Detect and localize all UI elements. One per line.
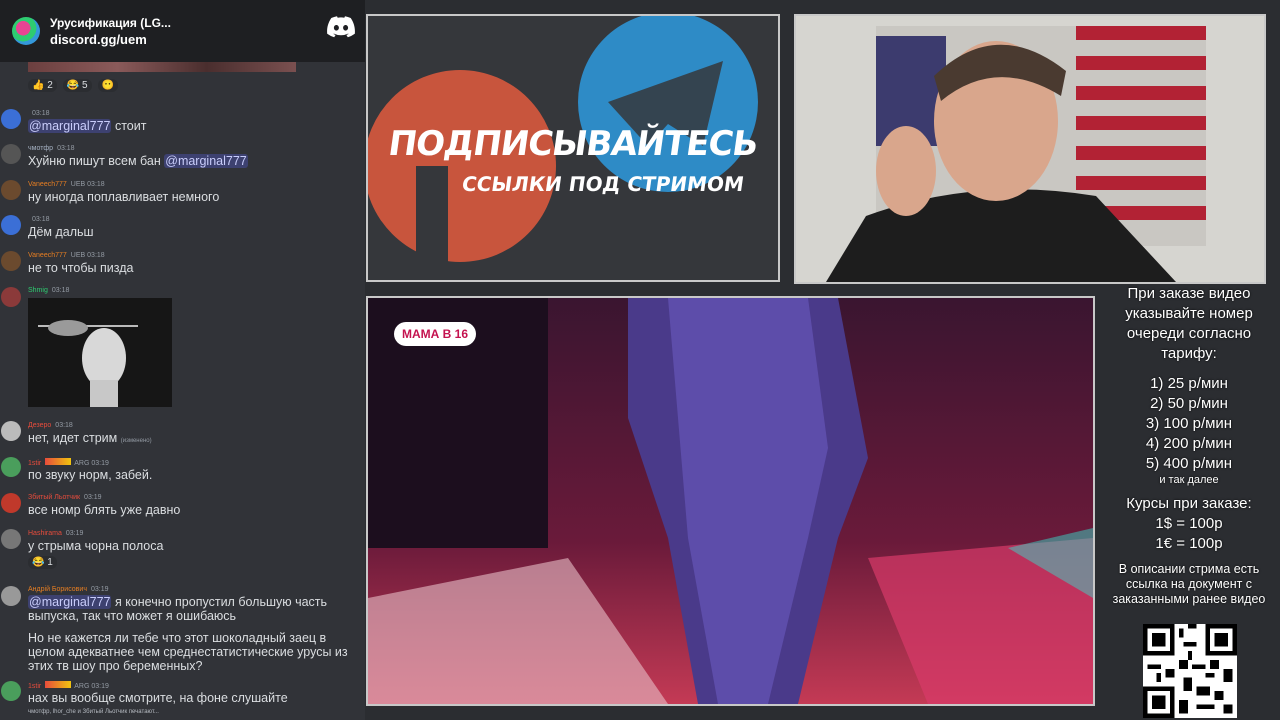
message-time: 03:18 [51,287,70,294]
avatar[interactable] [1,287,21,307]
message-username[interactable]: Vaneech777 [28,181,67,188]
bust-image [28,298,172,407]
message-text: ну иногда поплавливает немного [28,190,220,204]
message-time: 03:19 [91,460,109,467]
image-attachment[interactable] [28,298,172,407]
message-text: не то чтобы пизда [28,261,134,275]
message-time: 03:18 [32,110,50,117]
message-username[interactable]: чмотфр [28,145,53,152]
tariff-item: 2) 50 р/мин [1150,395,1228,412]
description-note: В описании стрима есть ссылка на докумен… [1112,562,1266,606]
avatar[interactable] [1,493,21,513]
user-badge: UEB [70,252,86,259]
webcam-image [796,16,1264,282]
tariff-item: 1) 25 р/мин [1150,375,1228,392]
message-username[interactable]: Збитый Льотчик [28,494,80,501]
video-player[interactable]: МАМА В 16 [366,296,1095,706]
tariff-more: и так далее [1159,474,1219,486]
server-icon[interactable] [12,17,40,45]
message-text: нет, идет стрим (изменено) [28,431,152,445]
message-time: 03:18 [55,422,73,429]
message-text: все номр блять уже давно [28,503,181,517]
reaction-bar: 😂 1 [28,556,57,569]
rainbow-badge [45,458,72,465]
user-badge: UEB [70,181,86,188]
avatar[interactable] [1,421,21,441]
rates-title: Курсы при заказе: [1126,495,1252,512]
stream-layout: Урусификация (LG... discord.gg/uem 👍 2 😂… [0,0,1280,720]
typing-indicator: чмотфр, lhor_che и Збитый Льотчик печата… [28,709,159,715]
mention[interactable]: @marginal777 [28,595,112,609]
message-username[interactable]: Vaneech777 [28,252,67,259]
mention[interactable]: @marginal777 [28,119,112,133]
avatar[interactable] [1,144,21,164]
discord-chat-panel: Урусификация (LG... discord.gg/uem 👍 2 😂… [0,0,365,720]
message-time: 03:19 [91,683,109,690]
chat-header: Урусификация (LG... discord.gg/uem [0,0,365,62]
message-text: нах вы вообще смотрите, на фоне слушайте [28,691,288,705]
rainbow-badge [45,681,72,688]
message-time: 03:19 [65,530,84,537]
avatar[interactable] [1,109,21,129]
message-text: @marginal777 стоит [28,119,147,133]
previous-image-attachment[interactable] [28,62,296,72]
message-username[interactable]: 1stir [28,460,41,467]
message-text: по звуку норм, забей. [28,468,153,482]
avatar[interactable] [1,529,21,549]
message-username[interactable]: Hashirama [28,530,62,537]
reaction-laugh[interactable]: 😂 5 [62,79,92,92]
message-text: Хуйню пишут всем бан @marginal777 [28,154,248,168]
avatar[interactable] [1,586,21,606]
message-text: у стрыма чорна полоса [28,539,164,553]
message-time: 03:19 [90,586,109,593]
message-username[interactable]: Дезеро [28,422,51,429]
tariff-item: 4) 200 р/мин [1145,435,1233,452]
avatar[interactable] [1,215,21,235]
message-time: 03:18 [32,216,50,223]
message-username[interactable]: Shmig [28,287,48,294]
message-text: @marginal777 я конечно пропустил большую… [28,595,328,623]
message-username[interactable]: Андрій Борисович [28,586,87,593]
show-logo-badge: МАМА В 16 [394,322,477,346]
message-username[interactable]: 1stir [28,683,41,690]
server-name: Урусификация (LG... [50,15,171,30]
avatar[interactable] [1,457,21,477]
server-invite-link[interactable]: discord.gg/uem [50,32,171,47]
message-text-continued: Но не кажется ли тебе что этот шоколадны… [28,631,348,673]
tariff-list: 1) 25 р/мин 2) 50 р/мин 3) 100 р/мин 4) … [1098,374,1280,486]
reaction-thumbs[interactable]: 👍 2 [28,79,57,92]
reaction-laugh[interactable]: 😂 1 [28,556,57,569]
subscribe-promo-panel: ПОДПИСЫВАЙТЕСЬ ССЫЛКИ ПОД СТРИМОМ [366,14,780,282]
order-info-panel: При заказе видео указывайте номер очеред… [1098,284,1280,607]
tariff-item: 5) 400 р/мин [1145,455,1233,472]
user-badge: ARG [74,460,90,467]
mention[interactable]: @marginal777 [164,154,248,168]
avatar[interactable] [1,180,21,200]
tariff-item: 3) 100 р/мин [1145,415,1233,432]
avatar[interactable] [1,251,21,271]
avatar[interactable] [1,681,21,701]
rate-usd: 1$ = 100р [1155,515,1223,532]
webcam-feed [794,14,1266,284]
rate-eur: 1€ = 100р [1155,535,1223,552]
message-time: 03:18 [87,252,105,259]
add-reaction-button[interactable]: 😶 [97,79,119,92]
promo-title: ПОДПИСЫВАЙТЕСЬ [385,124,761,164]
message-text: Дём дальш [28,225,94,239]
reaction-bar: 👍 2 😂 5 😶 [28,79,119,92]
video-frame [368,298,1093,704]
discord-icon [327,16,355,38]
patreon-icon [368,70,556,262]
message-time: 03:19 [84,494,102,501]
message-time: 03:18 [87,181,105,188]
message-time: 03:18 [57,145,75,152]
qr-code [1143,624,1237,718]
order-instructions: При заказе видео указывайте номер очеред… [1125,285,1253,362]
promo-subtitle: ССЫЛКИ ПОД СТРИМОМ [460,172,746,196]
user-badge: ARG [74,683,90,690]
